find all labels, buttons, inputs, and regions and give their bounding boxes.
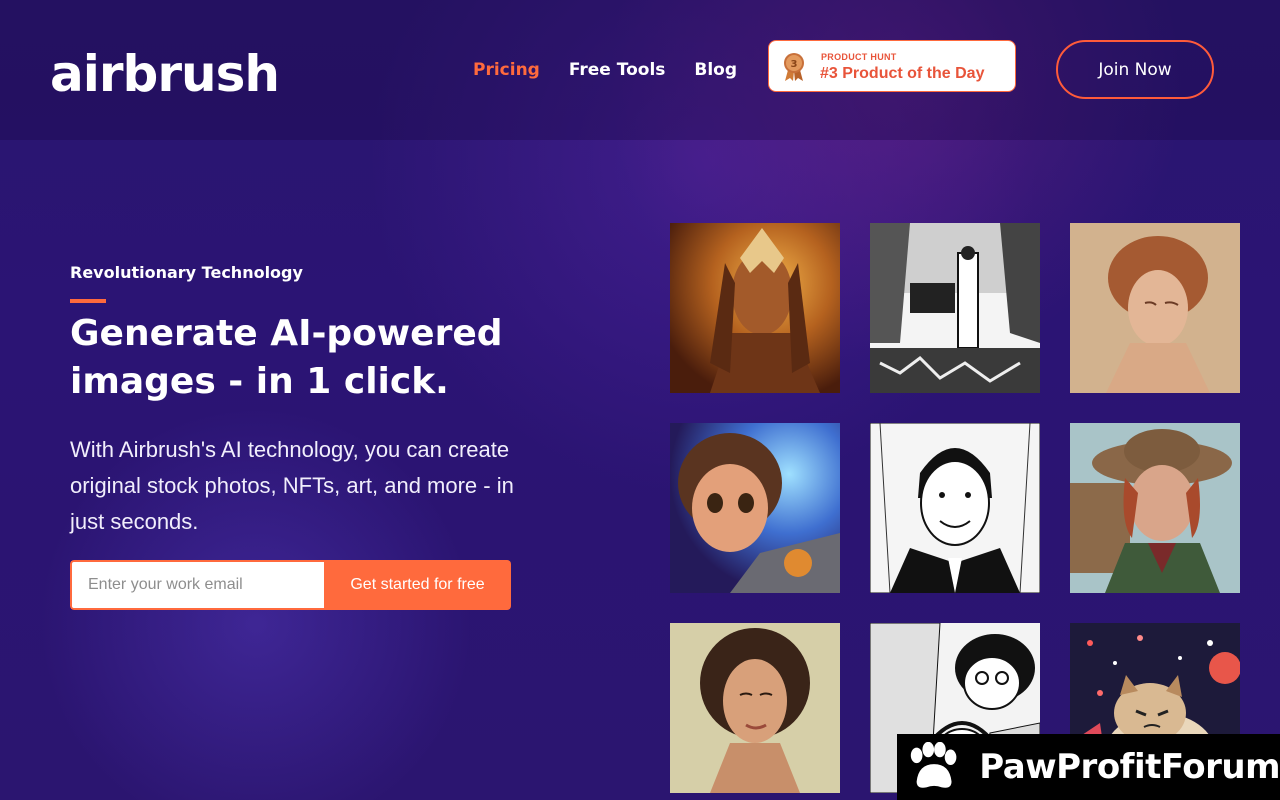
gallery-image-brunette-woman[interactable] bbox=[670, 623, 840, 793]
hero-headline: Generate AI-powered images - in 1 click. bbox=[70, 313, 503, 402]
main-nav: Pricing Free Tools Blog bbox=[473, 58, 766, 82]
hero-subtext: With Airbrush's AI technology, you can c… bbox=[70, 437, 514, 534]
airbrush-logo[interactable]: airbrush bbox=[50, 44, 280, 104]
product-hunt-badge[interactable]: 3 PRODUCT HUNT #3 Product of the Day bbox=[768, 40, 1016, 92]
golden-warrior-image bbox=[670, 223, 840, 393]
paw-icon bbox=[910, 742, 957, 788]
watermark-text: PawProfitForum bbox=[979, 747, 1280, 787]
gallery-image-woman-in-hat[interactable] bbox=[1070, 423, 1240, 593]
medal-icon: 3 bbox=[784, 53, 804, 81]
pawprofitforum-watermark: PawProfitForum bbox=[897, 734, 1280, 800]
eyebrow-divider bbox=[70, 299, 106, 303]
hero-eyebrow: Revolutionary Technology bbox=[70, 263, 303, 282]
get-started-button[interactable]: Get started for free bbox=[324, 560, 511, 610]
gallery-image-ink-man[interactable] bbox=[870, 423, 1040, 593]
ink-man-image bbox=[870, 423, 1040, 593]
join-now-button[interactable]: Join Now bbox=[1056, 40, 1214, 99]
ink-kitchen-image bbox=[870, 223, 1040, 393]
gallery-image-golden-warrior[interactable] bbox=[670, 223, 840, 393]
gallery-image-cartoon-hero[interactable] bbox=[670, 423, 840, 593]
signup-form: Get started for free bbox=[70, 560, 511, 610]
nav-free-tools-link[interactable]: Free Tools bbox=[569, 58, 666, 82]
product-hunt-label: PRODUCT HUNT bbox=[821, 52, 897, 62]
medal-number: 3 bbox=[791, 59, 798, 70]
woman-in-hat-image bbox=[1070, 423, 1240, 593]
gallery-image-ink-kitchen[interactable] bbox=[870, 223, 1040, 393]
redhead-woman-image bbox=[1070, 223, 1240, 393]
nav-blog-link[interactable]: Blog bbox=[694, 58, 737, 82]
gallery-image-redhead-woman[interactable] bbox=[1070, 223, 1240, 393]
brunette-woman-image bbox=[670, 623, 840, 793]
nav-pricing-link[interactable]: Pricing bbox=[473, 58, 540, 82]
cartoon-hero-image bbox=[670, 423, 840, 593]
email-input[interactable] bbox=[70, 560, 324, 610]
product-hunt-title: #3 Product of the Day bbox=[820, 65, 985, 82]
